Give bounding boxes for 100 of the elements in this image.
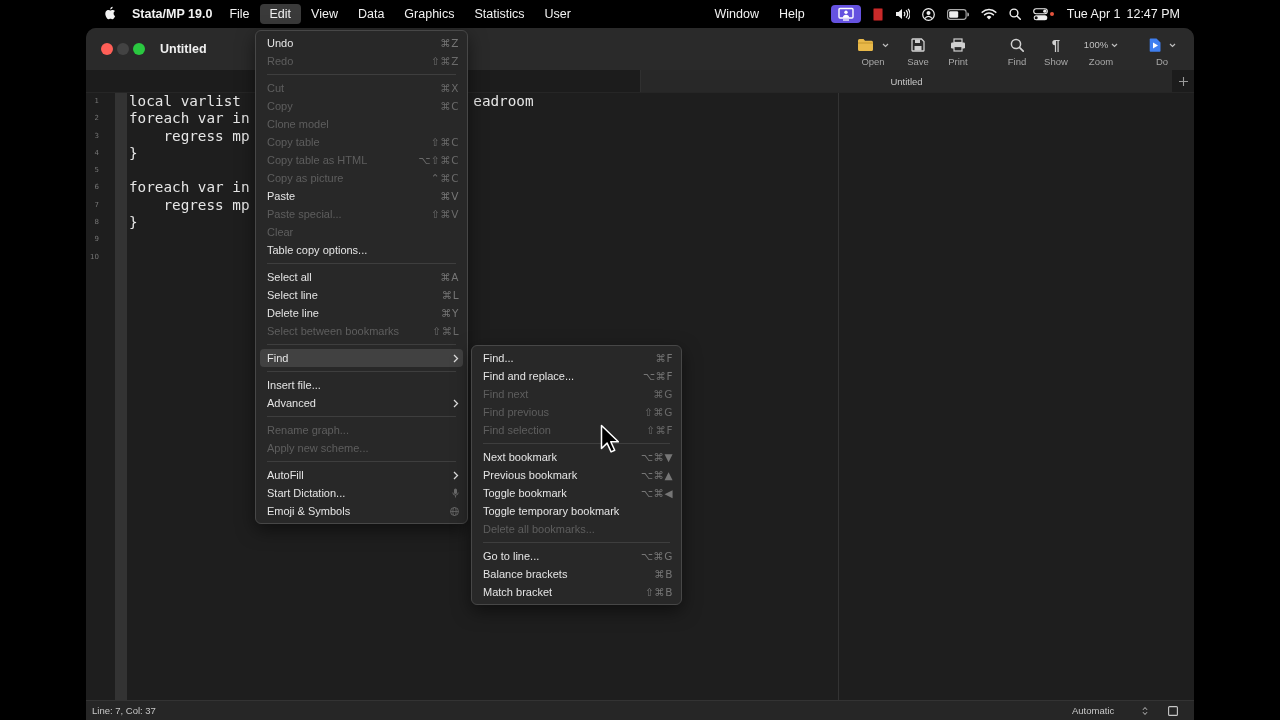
menu-bar-item[interactable]: File	[219, 4, 260, 24]
menu-item[interactable]: Toggle temporary bookmark	[476, 502, 677, 520]
shortcut-text: ⌥⌘G	[640, 550, 673, 562]
menu-item[interactable]: AutoFill	[260, 466, 463, 484]
shortcut-text: ⌥⌘F	[642, 370, 673, 382]
show-button[interactable]: ¶ Show	[1042, 37, 1070, 67]
menu-bar-item[interactable]: View	[301, 4, 348, 24]
shortcut-text: ⌘L	[441, 289, 459, 301]
pilcrow-icon: ¶	[1051, 37, 1061, 53]
menu-item[interactable]: Balance brackets ⌘B	[476, 565, 677, 583]
menu-bar-item[interactable]: Edit	[259, 4, 302, 24]
menu-bar-item[interactable]: Help	[769, 4, 815, 24]
shortcut-text: ⇧⌘Z	[431, 55, 459, 67]
menu-item[interactable]: Paste ⌘V	[260, 187, 463, 205]
stop-icon[interactable]	[872, 7, 883, 21]
code-text: }	[129, 214, 138, 231]
shortcut-text: ⌘F	[655, 352, 673, 364]
plus-icon	[1178, 76, 1188, 86]
code-text: foreach var in	[129, 110, 250, 127]
search-icon[interactable]	[1008, 8, 1021, 20]
menu-item[interactable]: Start Dictation...	[260, 484, 463, 502]
code-text: local varlist	[129, 93, 241, 109]
battery-icon[interactable]	[946, 8, 969, 20]
fullscreen-icon[interactable]	[133, 43, 145, 55]
close-icon[interactable]	[101, 43, 113, 55]
app-name-menu[interactable]: Stata/MP 19.0	[132, 7, 213, 21]
shortcut-text: ⌘G	[653, 388, 673, 400]
document-tab[interactable]: Untitled	[640, 70, 1172, 92]
zoom-button[interactable]: 100% Zoom	[1083, 37, 1119, 67]
shortcut-text: ⌘C	[440, 100, 459, 112]
menu-item[interactable]: Select all ⌘A	[260, 268, 463, 286]
shortcut-text: ⌘Z	[440, 37, 459, 49]
menu-item[interactable]: Table copy options...	[260, 241, 463, 259]
code-text: regress mp	[162, 196, 250, 213]
cursor-position: Line: 7, Col: 37	[92, 705, 156, 716]
shortcut-text: ⇧⌘C	[430, 136, 459, 148]
toggles-icon[interactable]	[1032, 7, 1048, 21]
square-icon[interactable]	[1168, 705, 1178, 716]
menu-bar-item[interactable]: Graphics	[394, 4, 465, 24]
code-text: }	[129, 144, 138, 161]
menu-bar-item[interactable]: User	[534, 4, 581, 24]
shortcut-text: ⌃⌘C	[430, 172, 459, 184]
dot-icon	[1049, 12, 1054, 16]
printer-icon	[950, 38, 966, 52]
zoom-value: 100%	[1083, 39, 1109, 51]
shortcut-text: ⇧⌘F	[646, 424, 673, 436]
shortcut-text: ⇧⌘L	[432, 325, 459, 337]
shortcut-text: ⌥⇧⌘C	[418, 154, 459, 166]
menu-item[interactable]: Find	[260, 349, 463, 367]
menu-bar-item[interactable]: Statistics	[464, 4, 535, 24]
folder-icon	[857, 38, 874, 52]
globe-icon	[450, 506, 459, 516]
menu-bar-item[interactable]: Window	[704, 4, 769, 24]
up-down-chevron-icon	[1142, 705, 1148, 716]
shortcut-text: ⌥⌘▲	[640, 469, 673, 481]
apple-icon[interactable]	[104, 6, 116, 20]
open-button[interactable]: Open	[852, 37, 894, 67]
mouse-cursor-icon	[600, 424, 619, 453]
search-icon	[1010, 38, 1024, 52]
shortcut-text: ⇧⌘G	[644, 406, 673, 418]
shortcut-text: ⌘X	[440, 82, 459, 94]
code-text: regress mp	[162, 127, 250, 144]
menu-item[interactable]: Go to line... ⌥⌘G	[476, 547, 677, 565]
menu-item[interactable]: Insert file...	[260, 376, 463, 394]
print-button[interactable]: Print	[944, 37, 972, 67]
mode-dropdown[interactable]: Automatic	[1062, 702, 1152, 719]
menu-item[interactable]: Advanced	[260, 394, 463, 412]
menu-bar-clock[interactable]: 12:47 PM	[1126, 7, 1180, 21]
find-button[interactable]: Find	[1003, 37, 1031, 67]
menu-bar-date[interactable]: Tue Apr 1	[1066, 7, 1121, 21]
shortcut-text: ⌘B	[654, 568, 673, 580]
shortcut-text: ⌘V	[440, 190, 459, 202]
shortcut-text: ⌘Y	[441, 307, 459, 319]
shortcut-text: ⌥⌘▼	[640, 451, 673, 463]
wifi-icon[interactable]	[980, 8, 997, 20]
menu-item[interactable]: Undo ⌘Z	[260, 34, 463, 52]
menu-item[interactable]: Find and replace... ⌥⌘F	[476, 367, 677, 385]
monitor-icon[interactable]	[830, 5, 861, 23]
microphone-icon	[452, 488, 459, 498]
menu-bar-item[interactable]: Data	[347, 4, 395, 24]
play-document-icon	[1148, 38, 1161, 52]
shortcut-text: ⌘A	[440, 271, 459, 283]
menu-item[interactable]: Match bracket ⇧⌘B	[476, 583, 677, 601]
menu-item[interactable]: Toggle bookmark ⌥⌘◀	[476, 484, 677, 502]
speaker-icon[interactable]	[894, 8, 910, 20]
window-title: Untitled	[160, 42, 207, 56]
shortcut-text: ⌥⌘◀	[640, 487, 673, 499]
menu-item[interactable]: Delete line ⌘Y	[260, 304, 463, 322]
user-circle-icon[interactable]	[921, 7, 935, 21]
menu-item[interactable]: Next bookmark ⌥⌘▼	[476, 448, 677, 466]
shortcut-text: ⇧⌘V	[431, 208, 459, 220]
do-button[interactable]: Do	[1142, 37, 1182, 67]
save-button[interactable]: Save	[906, 37, 930, 67]
menu-item[interactable]: Previous bookmark ⌥⌘▲	[476, 466, 677, 484]
code-text: foreach var in	[129, 179, 250, 196]
menu-item[interactable]: Emoji & Symbols	[260, 502, 463, 520]
shortcut-text: ⇧⌘B	[645, 586, 673, 598]
code-text: eadroom	[473, 93, 534, 109]
menu-item[interactable]: Select line ⌘L	[260, 286, 463, 304]
menu-item[interactable]: Find... ⌘F	[476, 349, 677, 367]
